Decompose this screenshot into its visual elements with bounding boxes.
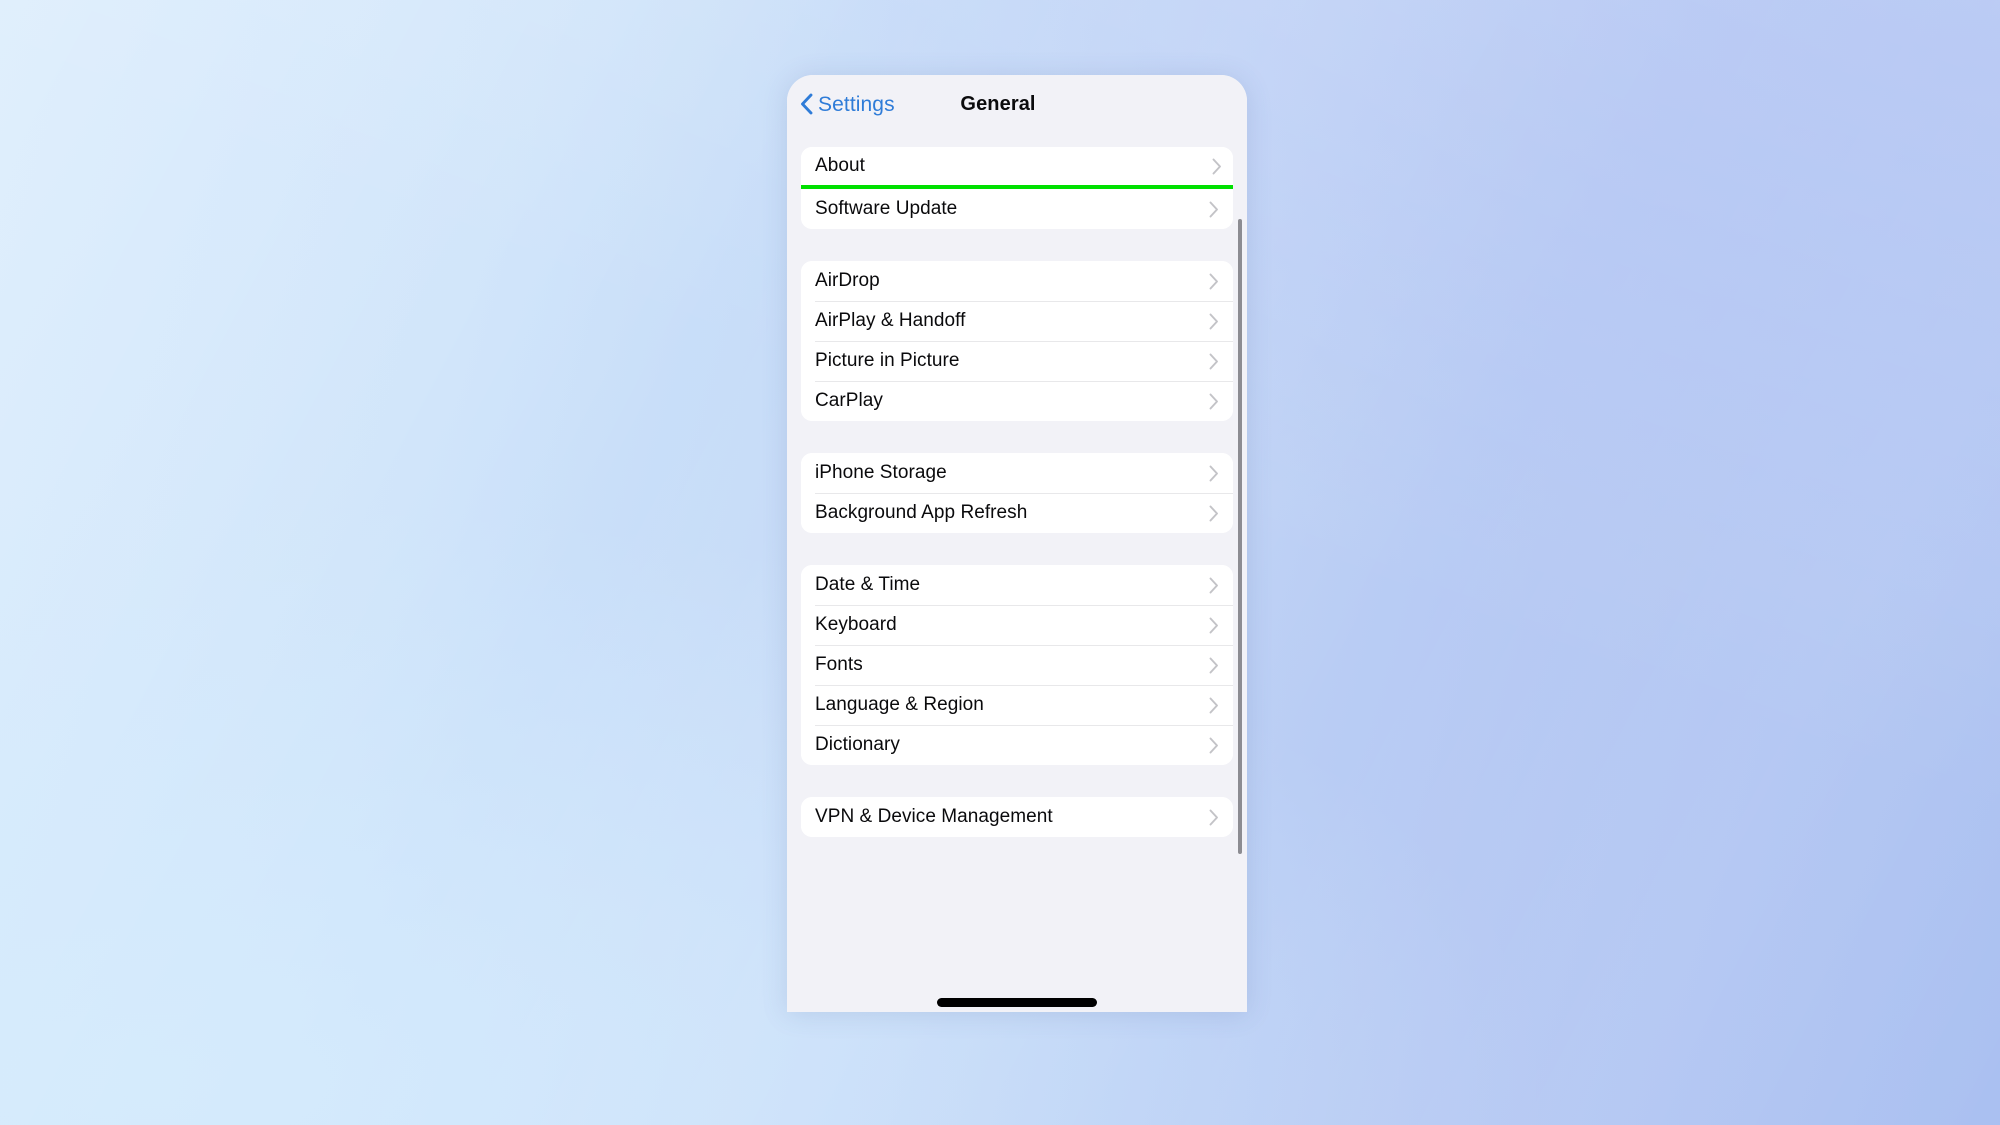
settings-row-fonts[interactable]: Fonts bbox=[801, 645, 1233, 685]
chevron-right-icon bbox=[1209, 737, 1218, 753]
scrollbar-thumb[interactable] bbox=[1238, 219, 1242, 854]
settings-row-about[interactable]: About bbox=[801, 147, 1233, 185]
chevron-right-icon bbox=[1209, 657, 1218, 673]
chevron-right-icon bbox=[1209, 273, 1218, 289]
settings-row-label: AirPlay & Handoff bbox=[815, 310, 966, 331]
chevron-right-icon bbox=[1209, 393, 1218, 409]
chevron-right-icon bbox=[1209, 353, 1218, 369]
scrollbar[interactable] bbox=[1238, 219, 1242, 854]
settings-row-airplay-handoff[interactable]: AirPlay & Handoff bbox=[801, 301, 1233, 341]
settings-row-label: VPN & Device Management bbox=[815, 806, 1053, 827]
settings-row-label: Language & Region bbox=[815, 694, 984, 715]
settings-row-picture-in-picture[interactable]: Picture in Picture bbox=[801, 341, 1233, 381]
settings-row-iphone-storage[interactable]: iPhone Storage bbox=[801, 453, 1233, 493]
settings-row-vpn-device-management[interactable]: VPN & Device Management bbox=[801, 797, 1233, 837]
chevron-right-icon bbox=[1212, 158, 1221, 174]
back-button-label: Settings bbox=[818, 92, 895, 116]
home-indicator bbox=[937, 998, 1097, 1007]
chevron-right-icon bbox=[1209, 809, 1218, 825]
settings-row-label: Keyboard bbox=[815, 614, 897, 635]
chevron-right-icon bbox=[1209, 313, 1218, 329]
settings-group: VPN & Device Management bbox=[801, 797, 1233, 837]
chevron-left-icon bbox=[801, 93, 813, 115]
settings-groups: About Software Update AirDrop AirPlay & Han… bbox=[801, 147, 1233, 837]
chevron-right-icon bbox=[1209, 697, 1218, 713]
settings-row-software-update[interactable]: Software Update bbox=[801, 189, 1233, 229]
settings-row-carplay[interactable]: CarPlay bbox=[801, 381, 1233, 421]
iphone-screen: Settings General About Software Update Air… bbox=[787, 75, 1247, 1012]
settings-row-label: Picture in Picture bbox=[815, 350, 960, 371]
settings-row-label: Date & Time bbox=[815, 574, 921, 595]
settings-row-background-app-refresh[interactable]: Background App Refresh bbox=[801, 493, 1233, 533]
settings-group: AirDrop AirPlay & Handoff Picture in Pictu… bbox=[801, 261, 1233, 421]
settings-row-keyboard[interactable]: Keyboard bbox=[801, 605, 1233, 645]
navigation-bar: Settings General bbox=[787, 75, 1247, 133]
settings-row-language-region[interactable]: Language & Region bbox=[801, 685, 1233, 725]
settings-row-airdrop[interactable]: AirDrop bbox=[801, 261, 1233, 301]
settings-row-label: Fonts bbox=[815, 654, 863, 675]
settings-row-label: CarPlay bbox=[815, 390, 883, 411]
settings-row-label: Background App Refresh bbox=[815, 502, 1028, 523]
settings-group: Date & Time Keyboard Fonts Language & Regio… bbox=[801, 565, 1233, 765]
chevron-right-icon bbox=[1209, 617, 1218, 633]
chevron-right-icon bbox=[1209, 505, 1218, 521]
settings-row-label: iPhone Storage bbox=[815, 462, 947, 483]
settings-row-dictionary[interactable]: Dictionary bbox=[801, 725, 1233, 765]
chevron-right-icon bbox=[1209, 577, 1218, 593]
highlight-box-about: About bbox=[801, 147, 1233, 189]
chevron-right-icon bbox=[1209, 201, 1218, 217]
settings-row-date-time[interactable]: Date & Time bbox=[801, 565, 1233, 605]
back-to-settings-button[interactable]: Settings bbox=[800, 87, 895, 121]
settings-row-label: Dictionary bbox=[815, 734, 900, 755]
settings-group: About Software Update bbox=[801, 147, 1233, 229]
settings-list[interactable]: About Software Update AirDrop AirPlay & Han… bbox=[787, 147, 1247, 1012]
chevron-right-icon bbox=[1209, 465, 1218, 481]
settings-row-label: Software Update bbox=[815, 198, 958, 219]
settings-group: iPhone Storage Background App Refresh bbox=[801, 453, 1233, 533]
settings-row-label: About bbox=[815, 155, 865, 176]
settings-row-label: AirDrop bbox=[815, 270, 880, 291]
